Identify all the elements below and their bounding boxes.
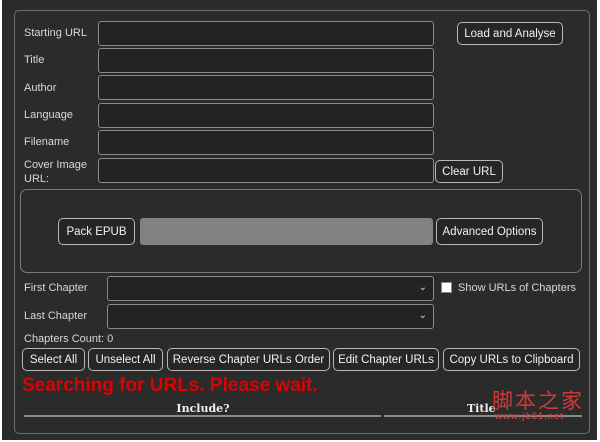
author-label: Author: [24, 82, 57, 94]
filename-input[interactable]: [98, 130, 434, 155]
status-message: Searching for URLs. Please wait.: [22, 375, 318, 396]
language-label: Language: [24, 109, 73, 121]
copy-urls-button[interactable]: Copy URLs to Clipboard: [443, 348, 580, 371]
last-chapter-select[interactable]: ⌄: [107, 304, 434, 329]
cover-image-label: Cover Image: [24, 159, 87, 171]
watermark-url: www.jb51.net: [495, 411, 565, 421]
edit-chapter-urls-button[interactable]: Edit Chapter URLs: [333, 348, 439, 371]
reverse-order-button[interactable]: Reverse Chapter URLs Order: [167, 348, 330, 371]
cover-image-url-input[interactable]: [98, 158, 434, 183]
filename-label: Filename: [24, 136, 70, 148]
include-column-header[interactable]: Include?: [24, 402, 382, 415]
progress-bar: [140, 218, 433, 245]
header-divider: [24, 415, 381, 417]
title-label: Title: [24, 54, 45, 66]
language-input[interactable]: [98, 103, 434, 128]
title-input[interactable]: [98, 48, 434, 73]
select-all-button[interactable]: Select All: [22, 348, 85, 371]
clear-url-button[interactable]: Clear URL: [435, 160, 503, 183]
chapters-count: Chapters Count: 0: [24, 333, 114, 345]
first-chapter-label: First Chapter: [24, 282, 88, 294]
chevron-down-icon: ⌄: [418, 282, 427, 293]
load-and-analyse-button[interactable]: Load and Analyse: [457, 22, 563, 45]
unselect-all-button[interactable]: Unselect All: [88, 348, 163, 371]
show-urls-checkbox[interactable]: [441, 282, 452, 293]
show-urls-label: Show URLs of Chapters: [458, 282, 576, 294]
app-window: Starting URL Title Author Language Filen…: [2, 0, 597, 440]
starting-url-input[interactable]: [98, 21, 434, 46]
pack-epub-button[interactable]: Pack EPUB: [58, 218, 135, 245]
last-chapter-label: Last Chapter: [24, 310, 87, 322]
starting-url-label: Starting URL: [24, 27, 87, 39]
author-input[interactable]: [98, 75, 434, 100]
cover-image-label-2: URL:: [24, 173, 50, 185]
chevron-down-icon: ⌄: [418, 310, 427, 321]
first-chapter-select[interactable]: ⌄: [107, 276, 434, 301]
advanced-options-button[interactable]: Advanced Options: [436, 218, 543, 245]
